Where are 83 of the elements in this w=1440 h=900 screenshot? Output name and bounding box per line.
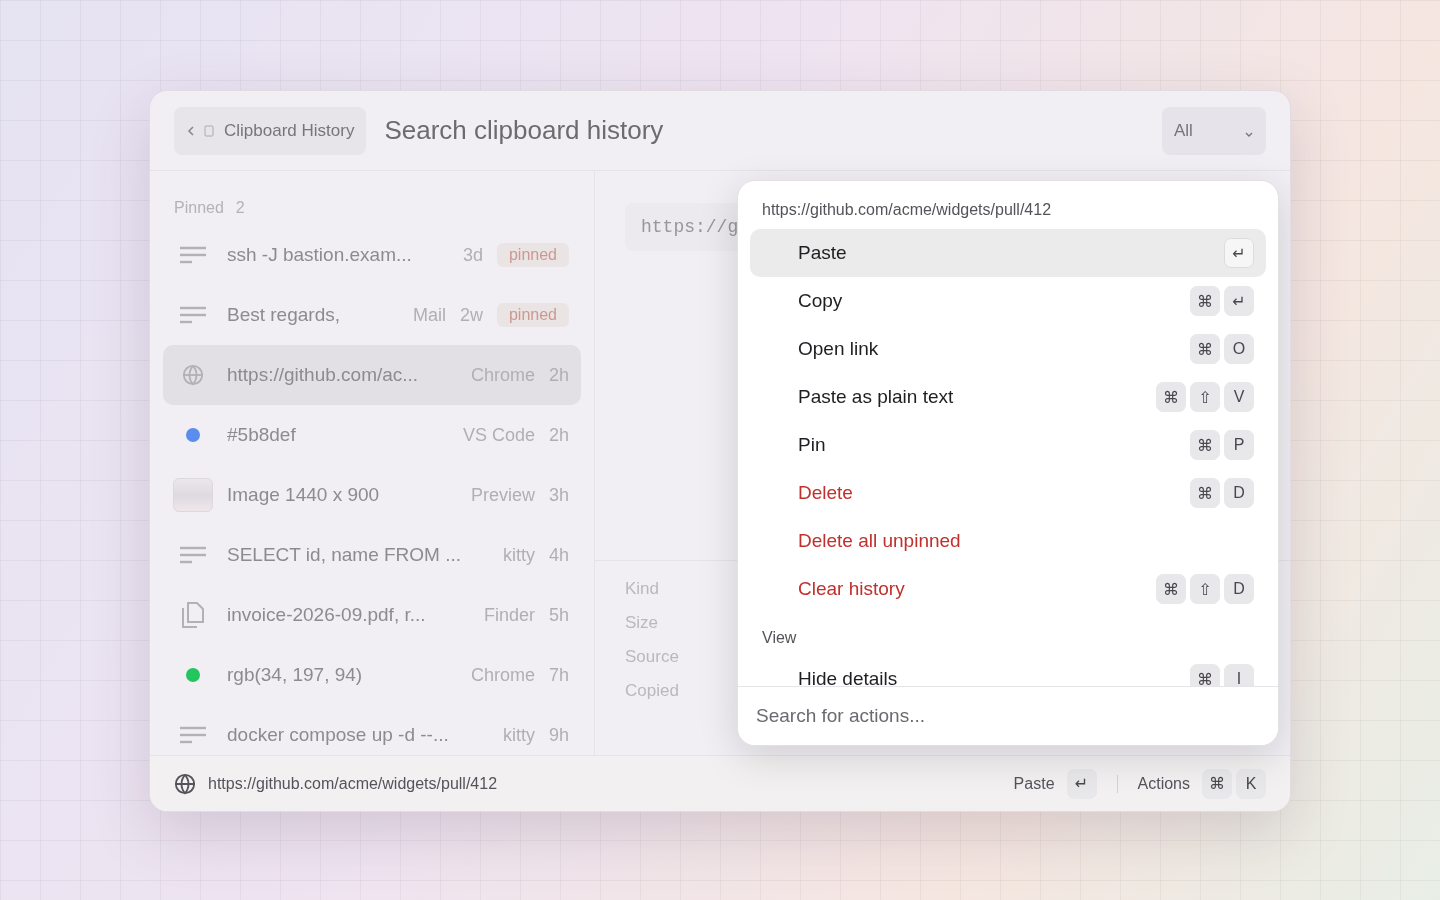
item-time: 2h <box>548 424 569 446</box>
key-cap: ⌘ <box>1190 664 1220 686</box>
key-cap: D <box>1224 574 1254 604</box>
filter-dropdown[interactable]: All <box>1162 106 1266 155</box>
item-title: #5b8def <box>227 424 297 446</box>
group-heading: View <box>761 628 798 648</box>
item-source: Preview <box>470 484 535 506</box>
back-button[interactable]: Clipboard History <box>174 106 367 155</box>
key-cap: ↵ <box>1224 286 1254 316</box>
key-cap: O <box>1224 334 1254 364</box>
chevron-left-icon <box>186 124 196 137</box>
key-cap: ↵ <box>1224 238 1254 268</box>
item-time: 9h <box>548 724 569 746</box>
key-cap: ⌘ <box>1190 430 1220 460</box>
item-title: docker compose up -d --... <box>227 724 450 746</box>
primary-action-label[interactable]: Paste <box>1013 774 1055 793</box>
key-cap: ⌘ <box>1156 382 1186 412</box>
history-item[interactable]: docker compose up -d --... kitty 9h <box>163 705 581 755</box>
action-item[interactable]: Paste ↵ <box>750 229 1266 277</box>
key-cap: ⌘ <box>1190 286 1220 316</box>
key-cap: V <box>1224 382 1254 412</box>
action-item[interactable]: Delete ⌘ D <box>750 469 1266 517</box>
chevron-down-icon <box>1244 130 1254 139</box>
item-title: https://github.com/ac... <box>227 364 420 386</box>
action-item[interactable]: Clear history ⌘ ⇧ D <box>750 565 1266 613</box>
search-field[interactable]: Search clipboard history <box>384 115 1144 146</box>
key-cap: ⌘ <box>1202 768 1232 799</box>
action-item[interactable]: Open link ⌘ O <box>750 325 1266 373</box>
item-title: ssh -J bastion.exam... <box>227 244 413 266</box>
action-item[interactable]: Copy ⌘ ↵ <box>750 277 1266 325</box>
history-item[interactable]: ssh -J bastion.exam... 3d pinned <box>163 225 581 285</box>
globe-icon <box>174 772 196 795</box>
actions-label[interactable]: Actions <box>1137 774 1190 793</box>
footer-url: https://github.com/acme/widgets/pull/412 <box>208 774 499 793</box>
item-title: SELECT id, name FROM ... <box>227 544 463 566</box>
key-cap: ⌘ <box>1190 478 1220 508</box>
action-item[interactable]: Paste as plain text ⌘ ⇧ V <box>750 373 1266 421</box>
item-time: 3h <box>548 484 569 506</box>
item-time: 2w <box>459 304 483 326</box>
history-item[interactable]: SELECT id, name FROM ... kitty 4h <box>163 525 581 585</box>
key-cap: I <box>1224 664 1254 686</box>
clipboard-icon <box>204 124 216 137</box>
item-source: Finder <box>483 604 535 626</box>
item-title: rgb(34, 197, 94) <box>227 664 364 686</box>
globe-icon <box>182 364 204 386</box>
key-cap: P <box>1224 430 1254 460</box>
text-lines-icon <box>180 246 206 264</box>
item-source: Mail <box>412 304 446 326</box>
history-item[interactable]: #5b8def VS Code 2h <box>163 405 581 465</box>
item-source: kitty <box>502 724 535 746</box>
section-count: 2 <box>235 199 245 217</box>
item-time: 5h <box>548 604 569 626</box>
item-time: 3d <box>462 244 483 266</box>
section-label: Pinned <box>174 199 224 217</box>
key-cap: D <box>1224 478 1254 508</box>
key-cap: ⌘ <box>1190 334 1220 364</box>
action-item[interactable]: Pin ⌘ P <box>750 421 1266 469</box>
text-lines-icon <box>180 726 206 744</box>
item-title: invoice-2026-09.pdf, r... <box>227 604 427 626</box>
action-search-field[interactable]: Search for actions... <box>738 686 1278 745</box>
item-source: Chrome <box>470 664 535 686</box>
pinned-badge: pinned <box>496 243 569 267</box>
key-cap: ⇧ <box>1190 382 1220 412</box>
item-source: VS Code <box>462 424 535 446</box>
item-title: Best regards, <box>227 304 341 326</box>
history-item[interactable]: Best regards, Mail 2w pinned <box>163 285 581 345</box>
popover-title: https://github.com/acme/widgets/pull/412 <box>761 200 1053 220</box>
key-cap: ⌘ <box>1156 574 1186 604</box>
text-lines-icon <box>180 306 206 324</box>
history-item[interactable]: Image 1440 x 900 Preview 3h <box>163 465 581 525</box>
text-lines-icon <box>180 546 206 564</box>
pinned-badge: pinned <box>496 303 569 327</box>
item-time: 4h <box>548 544 569 566</box>
history-item[interactable]: invoice-2026-09.pdf, r... Finder 5h <box>163 585 581 645</box>
item-time: 7h <box>548 664 569 686</box>
action-item[interactable]: Delete all unpinned <box>750 517 1266 565</box>
key-cap: ⇧ <box>1190 574 1220 604</box>
document-icon <box>182 602 204 628</box>
key-cap: ↵ <box>1066 768 1097 799</box>
item-source: kitty <box>502 544 535 566</box>
item-title: Image 1440 x 900 <box>227 484 381 506</box>
history-item[interactable]: rgb(34, 197, 94) Chrome 7h <box>163 645 581 705</box>
key-cap: K <box>1236 768 1266 799</box>
